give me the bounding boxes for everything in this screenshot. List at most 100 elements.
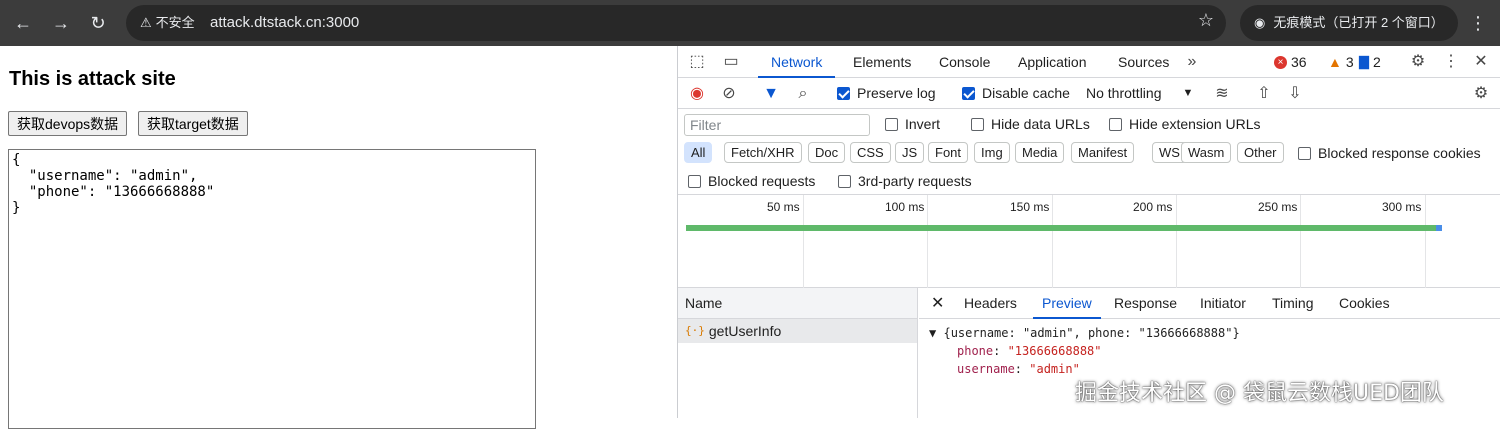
blocked-response-cookies-label: Blocked response cookies — [1318, 144, 1481, 161]
detail-tabbar: ✕ Headers Preview Response Initiator Tim… — [919, 288, 1500, 319]
hide-extension-urls-checkbox[interactable]: Hide extension URLs — [1109, 109, 1261, 139]
type-fetch-xhr[interactable]: Fetch/XHR — [724, 142, 802, 163]
invert-checkbox[interactable]: Invert — [885, 109, 940, 139]
search-icon[interactable]: ⌕ — [792, 78, 814, 109]
request-end-marker — [1436, 225, 1442, 231]
tab-response[interactable]: Response — [1114, 288, 1177, 319]
filter-funnel-icon[interactable]: ▼ — [760, 78, 782, 109]
watermark: 掘金技术社区 @ 袋鼠云数栈UED团队 — [1075, 381, 1444, 406]
record-icon[interactable]: ◉ — [686, 78, 708, 109]
filter-input[interactable]: Filter — [684, 114, 870, 136]
error-icon: × — [1274, 55, 1287, 69]
tab-initiator[interactable]: Initiator — [1200, 288, 1246, 319]
forward-icon[interactable]: → — [46, 8, 76, 38]
timeline-tick-label: 150 ms — [1010, 200, 1050, 214]
incognito-badge[interactable]: ◉ 无痕模式（已打开 2 个窗口） — [1240, 5, 1458, 41]
message-count: 2 — [1373, 54, 1381, 70]
tab-elements[interactable]: Elements — [853, 46, 911, 78]
security-chip[interactable]: ⚠ 不安全 — [134, 11, 203, 35]
property-value: "admin" — [1029, 362, 1080, 376]
tab-preview[interactable]: Preview — [1033, 288, 1101, 319]
tab-console[interactable]: Console — [939, 46, 990, 78]
type-other[interactable]: Other — [1237, 142, 1284, 163]
preview-property: phone: "13666668888" — [957, 344, 1102, 358]
message-counter[interactable]: ▇ 2 — [1359, 54, 1381, 70]
inspect-element-icon[interactable]: ⬚ — [686, 46, 708, 78]
disable-cache-checkbox[interactable]: Disable cache — [962, 78, 1070, 109]
request-row[interactable]: {·} getUserInfo — [678, 319, 917, 343]
warning-counter[interactable]: ▲ 3 — [1328, 54, 1354, 70]
type-all[interactable]: All — [684, 142, 713, 163]
devtools-menu-icon[interactable]: ⋮ — [1440, 46, 1462, 78]
timeline-tick-label: 200 ms — [1133, 200, 1173, 214]
throttling-value: No throttling — [1086, 85, 1162, 101]
type-font[interactable]: Font — [928, 142, 969, 163]
checkbox-unchecked[interactable] — [1298, 146, 1311, 160]
hide-extension-urls-label: Hide extension URLs — [1129, 115, 1261, 132]
browser-menu-icon[interactable]: ⋮ — [1466, 8, 1490, 38]
tab-cookies[interactable]: Cookies — [1339, 288, 1390, 319]
incognito-icon: ◉ — [1254, 15, 1266, 30]
throttling-select[interactable]: No throttling ▼ — [1086, 78, 1193, 109]
type-css[interactable]: CSS — [850, 142, 891, 163]
checkbox-unchecked[interactable] — [971, 117, 984, 131]
checkbox-unchecked[interactable] — [1109, 117, 1122, 131]
type-img[interactable]: Img — [974, 142, 1010, 163]
reload-icon[interactable]: ↻ — [83, 8, 113, 38]
third-party-requests-checkbox[interactable]: 3rd-party requests — [838, 167, 972, 195]
resource-type-filters: All Fetch/XHR Doc CSS JS Font Img Media … — [678, 139, 1500, 167]
type-wasm[interactable]: Wasm — [1181, 142, 1232, 163]
property-key: phone — [957, 344, 994, 358]
type-js[interactable]: JS — [895, 142, 925, 163]
hide-data-urls-checkbox[interactable]: Hide data URLs — [971, 109, 1090, 139]
checkbox-checked[interactable] — [962, 87, 975, 100]
import-har-icon[interactable]: ⇧ — [1253, 78, 1275, 109]
timeline-gridline — [803, 195, 804, 288]
type-media[interactable]: Media — [1015, 142, 1065, 163]
bookmark-star-icon[interactable]: ☆ — [1198, 10, 1214, 31]
tab-headers[interactable]: Headers — [964, 288, 1017, 319]
close-devtools-icon[interactable]: ✕ — [1470, 46, 1492, 78]
export-har-icon[interactable]: ⇩ — [1284, 78, 1306, 109]
type-manifest[interactable]: Manifest — [1071, 142, 1135, 163]
timeline-gridline — [1300, 195, 1301, 288]
property-key: username — [957, 362, 1015, 376]
tab-timing[interactable]: Timing — [1272, 288, 1314, 319]
settings-gear-icon[interactable]: ⚙ — [1407, 46, 1429, 78]
tab-application[interactable]: Application — [1018, 46, 1087, 78]
back-icon[interactable]: ← — [8, 8, 38, 38]
close-detail-icon[interactable]: ✕ — [931, 288, 944, 319]
blocked-response-cookies-checkbox[interactable]: Blocked response cookies — [1298, 139, 1481, 167]
address-bar[interactable]: ⚠ 不安全 attack.dtstack.cn:3000 ☆ — [126, 5, 1226, 41]
checkbox-unchecked[interactable] — [838, 174, 851, 188]
preserve-log-checkbox[interactable]: Preserve log — [837, 78, 936, 109]
checkbox-unchecked[interactable] — [688, 174, 701, 188]
network-conditions-icon[interactable]: ≋ — [1211, 78, 1233, 109]
web-page: This is attack site 获取devops数据 获取target数… — [0, 46, 677, 429]
network-timeline-overview[interactable]: 50 ms 100 ms 150 ms 200 ms 250 ms 300 ms — [678, 195, 1500, 288]
checkbox-unchecked[interactable] — [885, 117, 898, 131]
blocked-requests-checkbox[interactable]: Blocked requests — [688, 167, 815, 195]
timeline-tick-label: 100 ms — [885, 200, 925, 214]
get-target-data-button[interactable]: 获取target数据 — [138, 111, 248, 136]
url-text[interactable]: attack.dtstack.cn:3000 — [210, 13, 359, 33]
tab-network[interactable]: Network — [758, 46, 836, 78]
network-settings-icon[interactable]: ⚙ — [1470, 78, 1492, 109]
incognito-label: 无痕模式（已打开 2 个窗口） — [1273, 15, 1444, 30]
output-textarea[interactable]: { "username": "admin", "phone": "1366666… — [8, 149, 536, 429]
blocked-requests-label: Blocked requests — [708, 172, 816, 189]
preview-summary: {username: "admin", phone: "13666668888"… — [943, 326, 1240, 340]
name-column-header[interactable]: Name — [678, 288, 917, 319]
tab-sources[interactable]: Sources — [1118, 46, 1169, 78]
device-toolbar-icon[interactable]: ▭ — [720, 46, 742, 78]
warning-count: 3 — [1345, 54, 1354, 70]
more-tabs-icon[interactable]: » — [1181, 46, 1203, 78]
clear-icon[interactable]: ⊘ — [718, 78, 740, 109]
checkbox-checked[interactable] — [837, 87, 850, 100]
timeline-tick-label: 250 ms — [1258, 200, 1298, 214]
expand-triangle-icon[interactable]: ▼ — [929, 326, 936, 340]
preview-summary-row[interactable]: ▼ {username: "admin", phone: "1366666888… — [929, 324, 1240, 342]
error-counter[interactable]: × 36 — [1274, 54, 1307, 70]
get-devops-data-button[interactable]: 获取devops数据 — [8, 111, 128, 136]
type-doc[interactable]: Doc — [808, 142, 846, 163]
